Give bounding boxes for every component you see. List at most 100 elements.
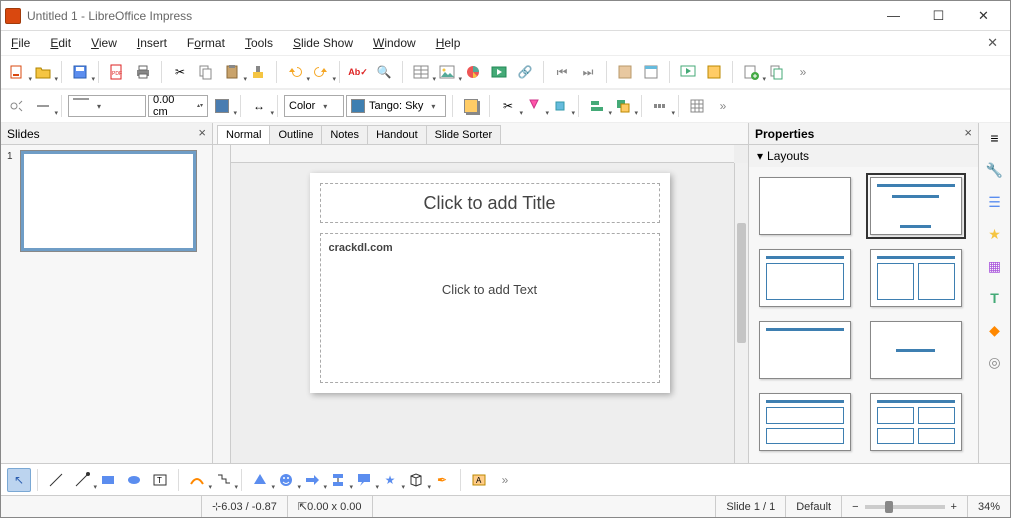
table-button[interactable] [409,60,433,84]
close-button[interactable]: ✕ [961,2,1006,30]
layout-title-content[interactable] [870,177,962,235]
crop-button[interactable]: ✂ [496,94,520,118]
menu-insert[interactable]: Insert [133,34,171,52]
vertical-scrollbar[interactable] [734,163,748,463]
callout-tool[interactable] [352,468,376,492]
maximize-button[interactable]: ☐ [916,2,961,30]
find-button[interactable]: 🔍 [372,60,396,84]
gallery-tab-button[interactable]: ★ [984,223,1006,245]
properties-tab-button[interactable]: 🔧 [984,159,1006,181]
transform-button[interactable] [548,94,572,118]
fontwork-tool[interactable]: ✒ [430,468,454,492]
fill-preset-dropdown[interactable]: Tango: Sky ▾ [346,95,446,117]
layout-two-rows[interactable] [759,393,851,451]
close-slides-panel-button[interactable]: × [198,125,206,140]
tab-outline[interactable]: Outline [269,125,322,144]
header-footer-button[interactable] [639,60,663,84]
hyperlink-button[interactable]: 🔗 [513,60,537,84]
export-pdf-button[interactable]: PDF [105,60,129,84]
grid-button[interactable] [685,94,709,118]
layout-title-only[interactable] [759,321,851,379]
slide-page[interactable]: Click to add Title crackdl.com Click to … [310,173,670,393]
filter-button[interactable] [522,94,546,118]
layout-title-one[interactable] [759,249,851,307]
ellipse-tool[interactable] [122,468,146,492]
copy-button[interactable] [194,60,218,84]
new-slide-button[interactable] [739,60,763,84]
sidebar-toggle-button[interactable]: ≡ [984,127,1006,149]
redo-button[interactable] [309,60,333,84]
menu-slideshow[interactable]: Slide Show [289,34,357,52]
slide-canvas[interactable]: Click to add Title crackdl.com Click to … [213,145,748,463]
layouts-section-header[interactable]: ▾ Layouts [749,145,978,167]
more-button[interactable]: » [791,60,815,84]
layout-centered[interactable] [870,321,962,379]
zoom-out-button[interactable]: − [852,501,858,513]
slide-thumbnail[interactable] [21,151,196,251]
distribute-button[interactable] [648,94,672,118]
zoom-in-button[interactable]: + [951,501,957,513]
menu-format[interactable]: Format [183,34,229,52]
block-arrows-tool[interactable] [300,468,324,492]
line-tool[interactable] [44,468,68,492]
line-ends-tool[interactable] [70,468,94,492]
align-button[interactable] [585,94,609,118]
stars-tool[interactable]: ★ [378,468,402,492]
print-button[interactable] [131,60,155,84]
special-char-button[interactable] [613,60,637,84]
media-button[interactable] [487,60,511,84]
slide-thumb-1[interactable]: 1 [7,151,206,251]
last-slide-button[interactable]: ⏭ [576,60,600,84]
master-slide-button[interactable] [702,60,726,84]
menu-tools[interactable]: Tools [241,34,277,52]
clone-format-button[interactable] [246,60,270,84]
fill-mode-dropdown[interactable]: Color ▾ [284,95,344,117]
connector-tool[interactable] [211,468,235,492]
minimize-button[interactable]: — [871,2,916,30]
save-button[interactable] [68,60,92,84]
symbol-shapes-tool[interactable] [274,468,298,492]
3d-tool[interactable] [404,468,428,492]
layout-blank[interactable] [759,177,851,235]
layout-title-two[interactable] [870,249,962,307]
arrow-style-dropdown[interactable]: ↔ [247,94,271,118]
open-button[interactable] [31,60,55,84]
styles-tab-button[interactable]: ☰ [984,191,1006,213]
line-style-dropdown[interactable] [31,94,55,118]
layout-grid-4[interactable] [870,393,962,451]
duplicate-slide-button[interactable] [765,60,789,84]
arrange-button[interactable] [611,94,635,118]
flowchart-tool[interactable] [326,468,350,492]
status-master[interactable]: Default [785,496,841,517]
line-width-input[interactable]: 0.00 cm ▴▾ [148,95,208,117]
close-document-button[interactable]: ✕ [981,33,1004,53]
tab-handout[interactable]: Handout [367,125,427,144]
tab-notes[interactable]: Notes [321,125,368,144]
menu-view[interactable]: View [87,34,121,52]
fontwork-tab-button[interactable]: T [984,287,1006,309]
chart-button[interactable] [461,60,485,84]
menu-help[interactable]: Help [432,34,465,52]
more-drawing-button[interactable]: » [493,468,517,492]
tab-slide-sorter[interactable]: Slide Sorter [426,125,501,144]
slide-thumbnail-list[interactable]: 1 [1,145,212,463]
tab-normal[interactable]: Normal [217,125,270,144]
zoom-controls[interactable]: − + [841,496,967,517]
curve-tool[interactable] [185,468,209,492]
content-placeholder[interactable]: crackdl.com Click to add Text [320,233,660,383]
zoom-slider[interactable] [865,505,945,509]
insert-text-button[interactable]: A [467,468,491,492]
title-placeholder[interactable]: Click to add Title [320,183,660,223]
navigator-tab-button[interactable]: ▦ [984,255,1006,277]
spellcheck-button[interactable]: Ab✓ [346,60,370,84]
cut-button[interactable]: ✂ [168,60,192,84]
select-tool[interactable]: ↖ [7,468,31,492]
slideshow-button[interactable] [676,60,700,84]
line-pattern-dropdown[interactable]: ▾ [68,95,146,117]
more-button-2[interactable]: » [711,94,735,118]
paste-button[interactable] [220,60,244,84]
menu-window[interactable]: Window [369,34,420,52]
undo-button[interactable] [283,60,307,84]
animation-tab-button[interactable]: ◆ [984,319,1006,341]
basic-shapes-tool[interactable] [248,468,272,492]
